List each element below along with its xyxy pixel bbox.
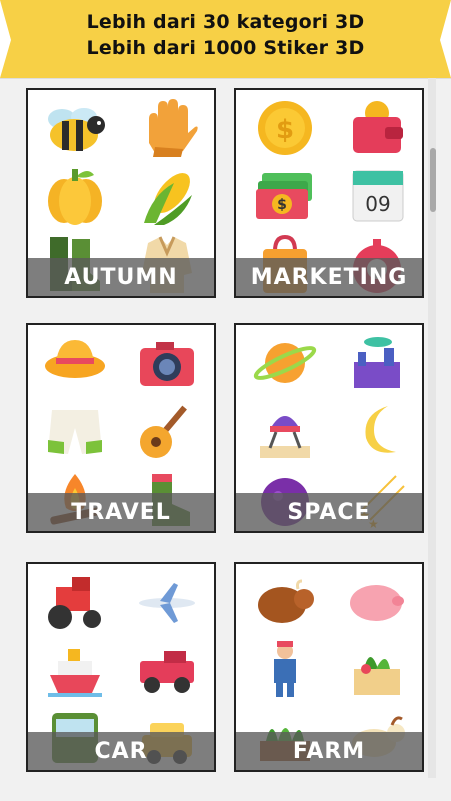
tractor-icon xyxy=(30,568,120,636)
category-label-farm: FARM xyxy=(236,732,422,770)
category-card-travel[interactable]: TRAVEL xyxy=(26,323,216,533)
dollar-coin-icon: $ xyxy=(240,94,330,162)
category-label-car: CAR xyxy=(28,732,214,770)
pickup-truck-icon xyxy=(122,636,212,704)
guitar-icon xyxy=(122,397,212,465)
glove-icon xyxy=(122,94,212,162)
category-label-travel: TRAVEL xyxy=(28,493,214,531)
airplane-icon xyxy=(122,568,212,636)
category-card-farm[interactable]: FARM xyxy=(234,562,424,772)
crescent-moon-icon xyxy=(332,397,422,465)
banner-line-1: Lebih dari 30 kategori 3D xyxy=(86,11,365,33)
ufo-city-icon xyxy=(332,329,422,397)
bee-icon xyxy=(30,94,120,162)
money-stack-icon: $ xyxy=(240,162,330,230)
category-label-marketing: MARKETING xyxy=(236,258,422,296)
corn-icon xyxy=(122,162,212,230)
svg-text:$: $ xyxy=(277,197,287,213)
banner-text: Lebih dari 30 kategori 3D Lebih dari 100… xyxy=(0,9,451,61)
category-label-space: SPACE xyxy=(236,493,422,531)
category-label-autumn: AUTUMN xyxy=(28,258,214,296)
scrollbar-thumb[interactable] xyxy=(430,148,436,212)
calendar-icon: 09 xyxy=(332,162,422,230)
sun-hat-icon xyxy=(30,329,120,397)
ship-icon xyxy=(30,636,120,704)
shorts-icon xyxy=(30,397,120,465)
planet-icon xyxy=(240,329,330,397)
category-card-car[interactable]: CAR xyxy=(26,562,216,772)
space-probe-icon xyxy=(240,397,330,465)
banner-line-2: Lebih dari 1000 Stiker 3D xyxy=(86,37,365,59)
svg-text:09: 09 xyxy=(365,192,390,216)
vegetable-crate-icon xyxy=(332,636,422,704)
svg-text:$: $ xyxy=(276,115,294,145)
pig-icon xyxy=(332,568,422,636)
header-banner: Lebih dari 30 kategori 3D Lebih dari 100… xyxy=(0,0,451,78)
pumpkin-icon xyxy=(30,162,120,230)
bull-icon xyxy=(240,568,330,636)
category-card-space[interactable]: ★★ SPACE xyxy=(234,323,424,533)
farmer-icon xyxy=(240,636,330,704)
wallet-icon xyxy=(332,94,422,162)
category-card-autumn[interactable]: AUTUMN xyxy=(26,88,216,298)
camera-icon xyxy=(122,329,212,397)
category-card-marketing[interactable]: $ $ 09 MARKETING xyxy=(234,88,424,298)
